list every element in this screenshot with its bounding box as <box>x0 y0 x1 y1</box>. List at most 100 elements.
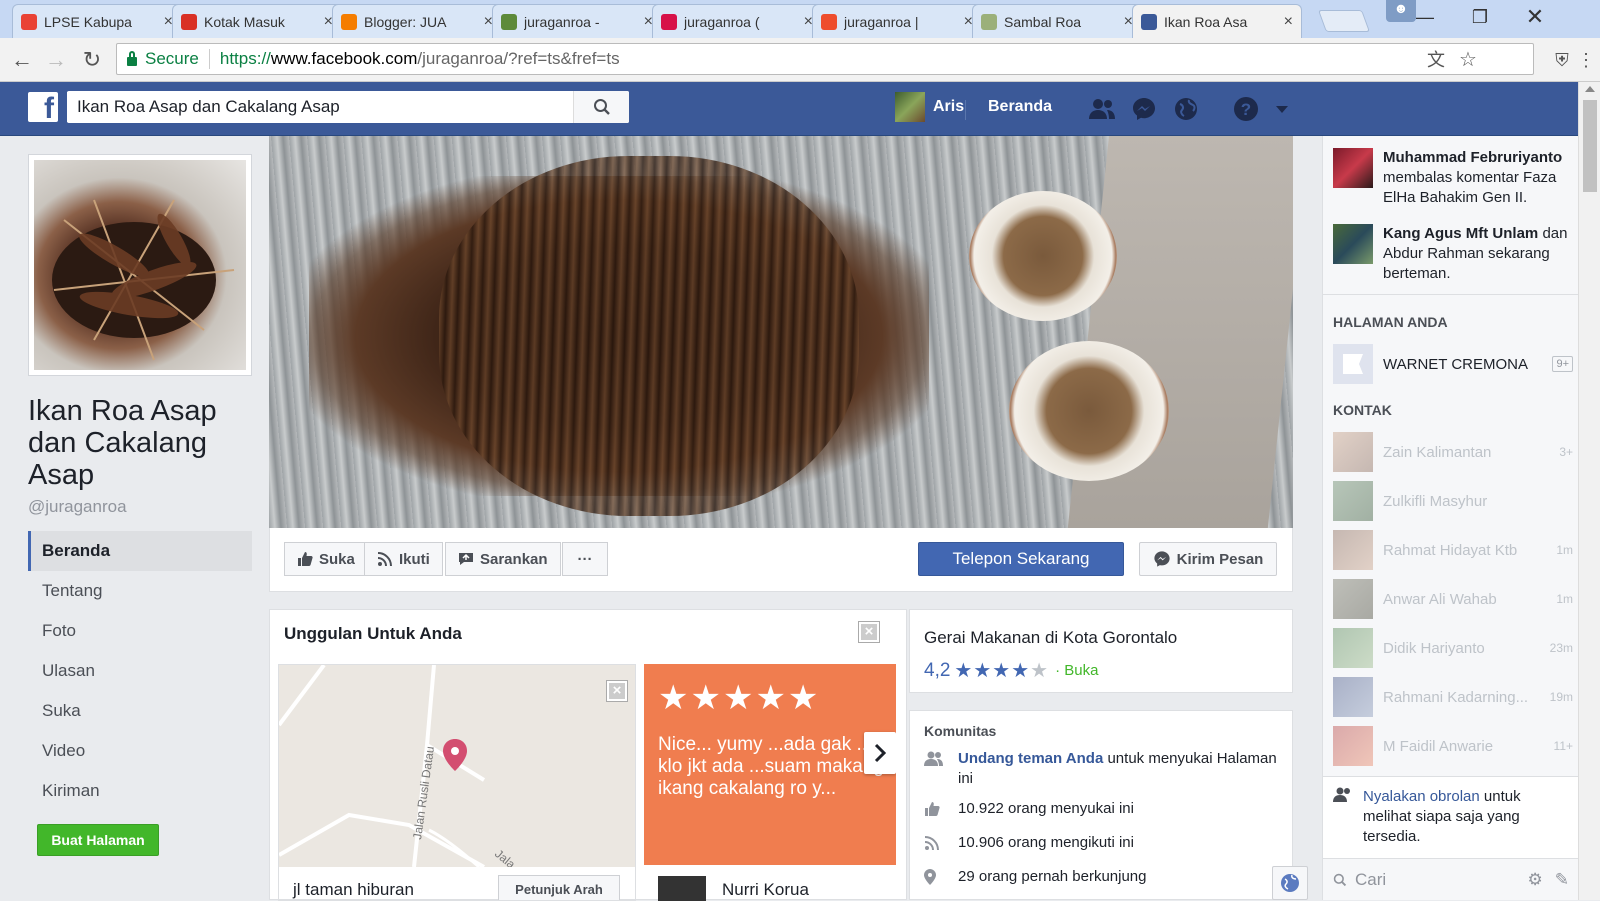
browser-tab[interactable]: juraganroa | × <box>812 4 982 38</box>
back-icon[interactable]: ← <box>8 46 36 74</box>
follow-button[interactable]: Ikuti <box>364 542 443 576</box>
browser-tab-title: juraganroa ( <box>684 13 760 30</box>
reload-icon[interactable]: ↻ <box>78 46 106 74</box>
avatar <box>895 92 925 122</box>
messenger-icon[interactable] <box>1130 95 1158 123</box>
contact-item[interactable]: Rahmat Hidayat Ktb 1m <box>1333 530 1573 570</box>
close-icon[interactable]: × <box>858 621 880 643</box>
menu-kebab-icon[interactable]: ⋮ <box>1572 46 1600 74</box>
scrollbar[interactable] <box>1578 82 1600 900</box>
contact-item[interactable]: Rahmani Kadarning... 19m <box>1333 677 1573 717</box>
close-tab-icon[interactable]: × <box>1284 13 1293 31</box>
contact-item[interactable]: M Faidil Anwarie 11+ <box>1333 726 1573 766</box>
page-nav-item[interactable]: Beranda <box>28 531 252 571</box>
search-icon[interactable] <box>573 91 629 123</box>
avatar <box>1333 628 1373 668</box>
new-tab-button[interactable] <box>1317 10 1371 32</box>
page-nav-item[interactable]: Ulasan <box>28 651 252 691</box>
browser-tab-title: juraganroa - <box>524 13 600 30</box>
friend-requests-icon[interactable] <box>1088 95 1116 123</box>
map[interactable]: Jalan Rusli Datau Jala <box>279 665 635 872</box>
facebook-search-input[interactable] <box>67 92 573 122</box>
next-arrow-icon[interactable] <box>864 732 896 774</box>
create-page-button[interactable]: Buat Halaman <box>37 824 159 856</box>
suggest-button[interactable]: Sarankan <box>445 542 561 576</box>
compose-icon[interactable]: ✎ <box>1555 870 1569 890</box>
translate-icon[interactable]: 文 <box>1427 44 1445 76</box>
invite-row: Undang teman Anda untuk menyukai Halaman… <box>924 749 1284 789</box>
review-stars: ★★★★★ <box>658 679 821 717</box>
browser-tab[interactable]: Sambal Roa × <box>972 4 1142 38</box>
contact-item[interactable]: Zulkifli Masyhur <box>1333 481 1573 521</box>
restore-icon[interactable]: ❐ <box>1455 0 1505 34</box>
contacts-heading: KONTAK <box>1333 402 1392 418</box>
page-nav-item[interactable]: Foto <box>28 611 252 651</box>
close-window-icon[interactable]: ✕ <box>1510 0 1560 34</box>
turn-on-chat-link[interactable]: Nyalakan obrolan <box>1363 788 1480 805</box>
spice-plate-image <box>1009 341 1169 481</box>
browser-tab[interactable]: LPSE Kabupa × <box>12 4 182 38</box>
profile-link[interactable]: Aris <box>895 92 964 122</box>
page-nav-item[interactable]: Tentang <box>28 571 252 611</box>
rss-icon <box>924 833 958 857</box>
browser-tab-title: Kotak Masuk <box>204 13 285 30</box>
chat-search[interactable]: Cari ⚙ ✎ <box>1323 858 1579 900</box>
bookmark-star-icon[interactable]: ☆ <box>1459 44 1477 76</box>
browser-tab[interactable]: Kotak Masuk × <box>172 4 342 38</box>
avatar <box>1333 530 1373 570</box>
image-icon <box>981 13 997 30</box>
cover-photo[interactable] <box>269 136 1293 528</box>
page-nav-item[interactable]: Kiriman <box>28 771 252 811</box>
review-card[interactable]: ★★★★★ Nice... yumy ...ada gak ...cb klo … <box>644 664 896 901</box>
minimize-icon[interactable]: — <box>1400 0 1450 34</box>
ticker-item[interactable]: Kang Agus Mft Unlam dan Abdur Rahman sek… <box>1323 224 1579 284</box>
page-category[interactable]: Gerai Makanan di Kota Gorontalo <box>924 628 1177 648</box>
invite-friends-link[interactable]: Undang teman Anda <box>958 750 1103 767</box>
reviewer[interactable]: Nurri Korua <box>658 876 809 901</box>
flag-icon <box>1333 344 1373 384</box>
page-nav-item[interactable]: Video <box>28 731 252 771</box>
account-menu-caret-icon[interactable] <box>1274 95 1290 123</box>
url-field[interactable]: Secure https://www.facebook.com/juraganr… <box>116 43 1534 75</box>
directions-button[interactable]: Petunjuk Arah <box>498 875 620 900</box>
close-icon[interactable]: × <box>606 680 628 702</box>
page-profile-picture[interactable] <box>28 154 252 376</box>
gear-icon[interactable]: ⚙ <box>1528 870 1543 890</box>
home-link[interactable]: Beranda <box>988 98 1052 116</box>
page-nav-item[interactable]: Suka <box>28 691 252 731</box>
browser-tab-title: juraganroa | <box>844 13 919 30</box>
like-button[interactable]: Suka <box>284 542 368 576</box>
location-pin-icon <box>924 867 958 891</box>
rating[interactable]: 4,2 ★★★★★ · Buka <box>924 658 1098 683</box>
facebook-logo-icon[interactable]: f <box>28 92 58 122</box>
avatar <box>658 876 706 901</box>
forward-icon[interactable]: → <box>42 46 70 74</box>
page-shortcut[interactable]: WARNET CREMONA 9+ <box>1333 344 1573 384</box>
lock-icon <box>127 50 137 66</box>
avatar <box>1333 677 1373 717</box>
scroll-up-icon[interactable] <box>1585 86 1595 92</box>
globe-icon[interactable] <box>1272 866 1308 900</box>
rss-icon <box>377 552 392 567</box>
browser-tab[interactable]: juraganroa - × <box>492 4 662 38</box>
lpse-icon <box>21 13 37 30</box>
secure-indicator[interactable]: Secure <box>117 49 199 69</box>
contact-item[interactable]: Didik Hariyanto 23m <box>1333 628 1573 668</box>
contact-item[interactable]: Anwar Ali Wahab 1m <box>1333 579 1573 619</box>
ticker-item[interactable]: Muhammad Februriyanto membalas komentar … <box>1323 148 1579 208</box>
browser-tab[interactable]: Blogger: JUA × <box>332 4 502 38</box>
help-icon[interactable]: ? <box>1232 95 1260 123</box>
notifications-globe-icon[interactable] <box>1172 95 1200 123</box>
browser-tab[interactable]: juraganroa (× <box>652 4 822 38</box>
call-now-button[interactable]: Telepon Sekarang <box>918 542 1124 576</box>
community-card: Komunitas Undang teman Anda untuk menyuk… <box>909 710 1293 900</box>
page-username[interactable]: @juraganroa <box>28 497 127 517</box>
send-message-button[interactable]: Kirim Pesan <box>1139 542 1277 576</box>
scrollbar-thumb[interactable] <box>1583 100 1597 192</box>
more-options-button[interactable]: ··· <box>562 542 608 576</box>
contact-item[interactable]: Zain Kalimantan 3+ <box>1333 432 1573 472</box>
browser-tab[interactable]: Ikan Roa Asa × <box>1132 4 1302 39</box>
map-card[interactable]: Jalan Rusli Datau Jala × jl taman hibura… <box>278 664 636 901</box>
page-title[interactable]: Ikan Roa Asap dan Cakalang Asap <box>28 395 258 491</box>
chat-search-input[interactable]: Cari <box>1355 870 1528 890</box>
